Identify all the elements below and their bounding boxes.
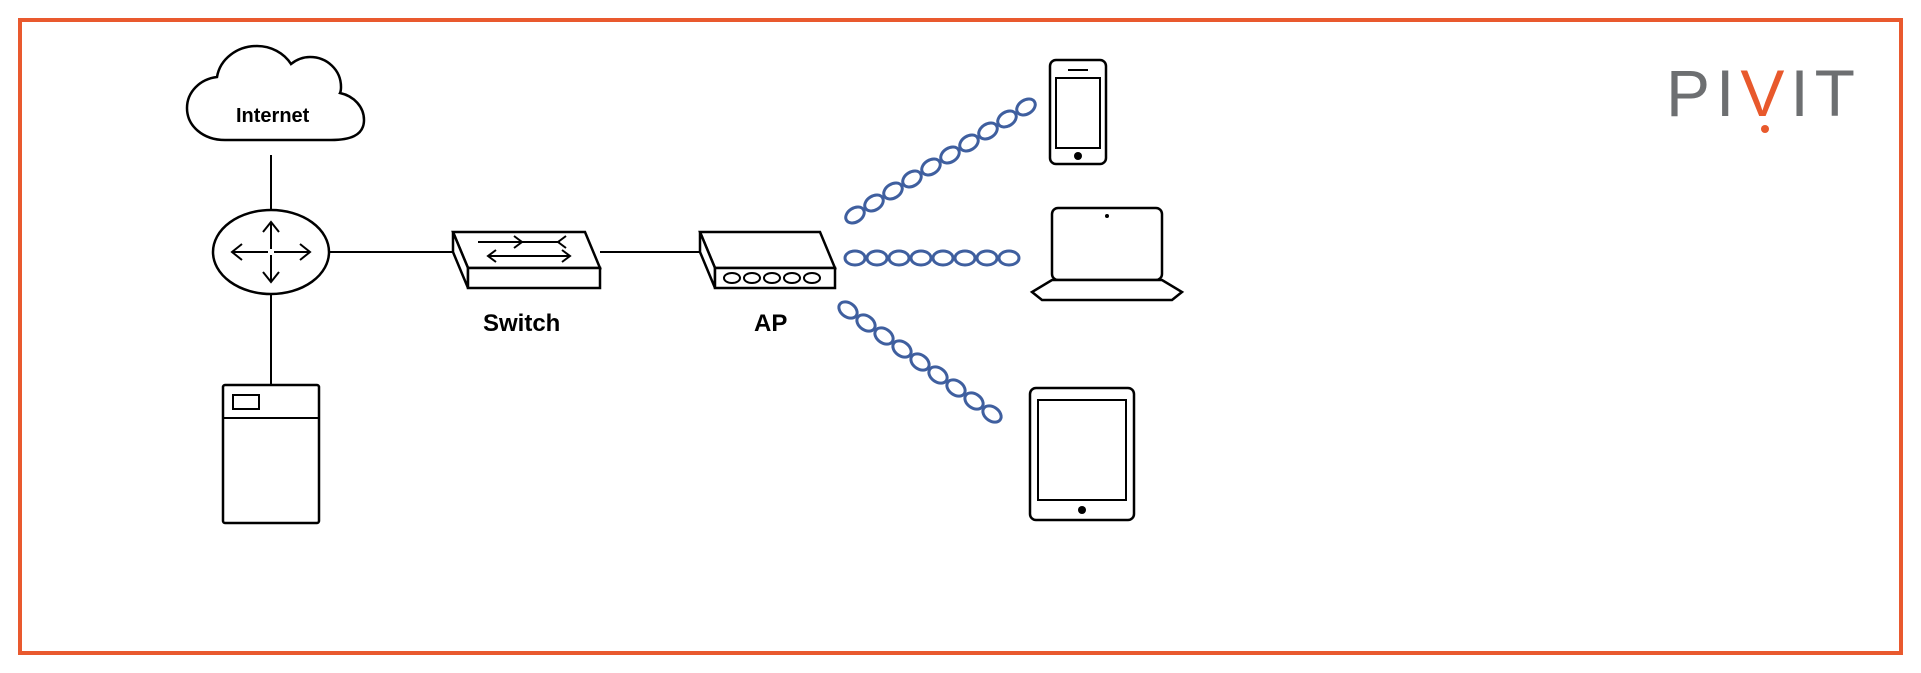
- laptop-icon: [1032, 208, 1182, 300]
- internet-label: Internet: [236, 105, 309, 128]
- ap-icon: [700, 232, 835, 288]
- wireless-link-tablet: [836, 299, 1004, 426]
- router-icon: [213, 210, 329, 294]
- ap-label: AP: [754, 310, 787, 338]
- network-diagram: .line { stroke:#000; stroke-width:2; fil…: [0, 0, 1921, 673]
- switch-icon: [453, 232, 600, 288]
- phone-icon: [1050, 60, 1106, 164]
- wireless-link-laptop: [845, 251, 1019, 265]
- wireless-link-phone: [843, 96, 1038, 226]
- server-icon: [223, 385, 319, 523]
- tablet-icon: [1030, 388, 1134, 520]
- switch-label: Switch: [483, 310, 560, 338]
